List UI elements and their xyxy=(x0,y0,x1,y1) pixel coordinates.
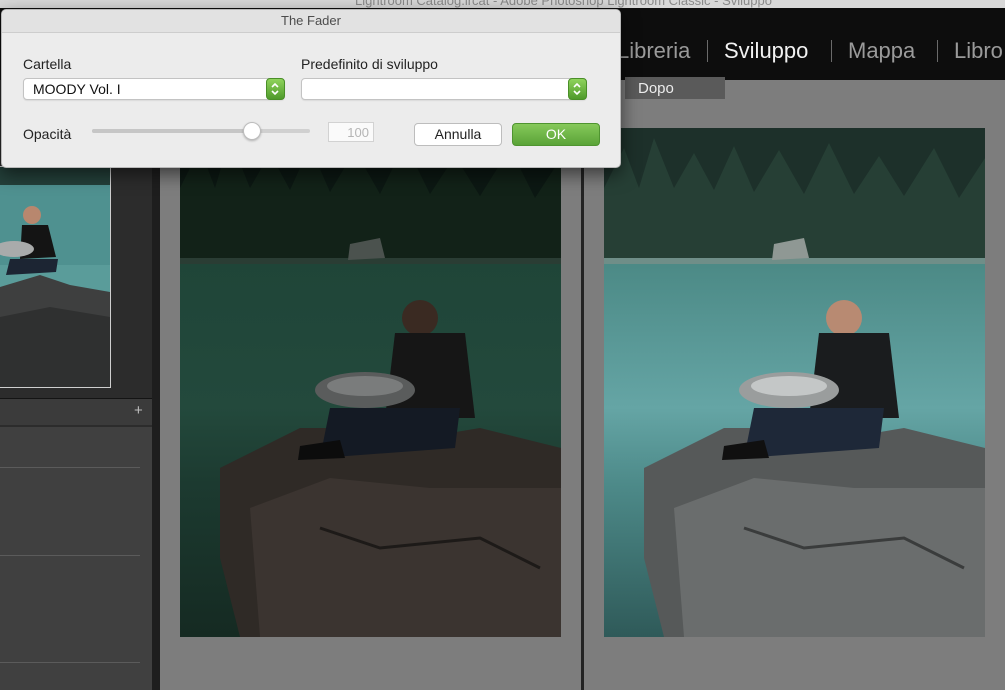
fader-dialog: The Fader Cartella MOODY Vol. I Predefin… xyxy=(1,9,621,168)
presets-panel-header xyxy=(0,399,152,425)
list-divider xyxy=(0,555,140,556)
after-photo-image xyxy=(604,128,985,637)
module-sviluppo[interactable]: Sviluppo xyxy=(724,38,808,64)
dialog-title: The Fader xyxy=(281,13,341,28)
module-libreria[interactable]: Libreria xyxy=(617,38,690,64)
left-panel: + xyxy=(0,80,152,690)
module-separator xyxy=(937,40,938,62)
after-label: Dopo xyxy=(638,80,674,97)
preset-select[interactable] xyxy=(301,78,587,100)
window-titlebar: Lightroom Catalog.lrcat - Adobe Photosho… xyxy=(0,0,1005,8)
module-separator xyxy=(707,40,708,62)
comparison-divider[interactable] xyxy=(581,108,584,690)
folder-label: Cartella xyxy=(23,56,72,72)
after-photo[interactable] xyxy=(604,128,985,637)
panel-gutter xyxy=(152,80,160,690)
opacity-value-field[interactable]: 100 xyxy=(328,122,374,142)
folder-select-value: MOODY Vol. I xyxy=(33,81,121,97)
plus-icon[interactable]: + xyxy=(134,402,143,419)
before-after-view: Dopo xyxy=(160,77,1005,690)
module-separator xyxy=(831,40,832,62)
window-title: Lightroom Catalog.lrcat - Adobe Photosho… xyxy=(355,0,772,8)
presets-list xyxy=(0,427,152,690)
dialog-titlebar[interactable]: The Fader xyxy=(2,10,620,33)
ok-button[interactable]: OK xyxy=(512,123,600,146)
opacity-label: Opacità xyxy=(23,126,72,142)
cancel-button[interactable]: Annulla xyxy=(414,123,502,146)
before-photo-image xyxy=(180,128,561,637)
folder-select[interactable]: MOODY Vol. I xyxy=(23,78,285,100)
module-libro[interactable]: Libro xyxy=(954,38,1003,64)
navigator-preview[interactable] xyxy=(0,166,111,388)
before-photo[interactable] xyxy=(180,128,561,637)
list-divider xyxy=(0,662,140,663)
opacity-slider[interactable] xyxy=(92,122,310,140)
navigator-photo-thumbnail xyxy=(0,167,110,387)
opacity-slider-fill xyxy=(92,129,252,133)
preset-label: Predefinito di sviluppo xyxy=(301,56,438,72)
opacity-slider-thumb[interactable] xyxy=(243,122,262,140)
list-divider xyxy=(0,467,140,468)
chevron-updown-icon xyxy=(568,78,587,100)
module-mappa[interactable]: Mappa xyxy=(848,38,915,64)
chevron-updown-icon xyxy=(266,78,285,100)
